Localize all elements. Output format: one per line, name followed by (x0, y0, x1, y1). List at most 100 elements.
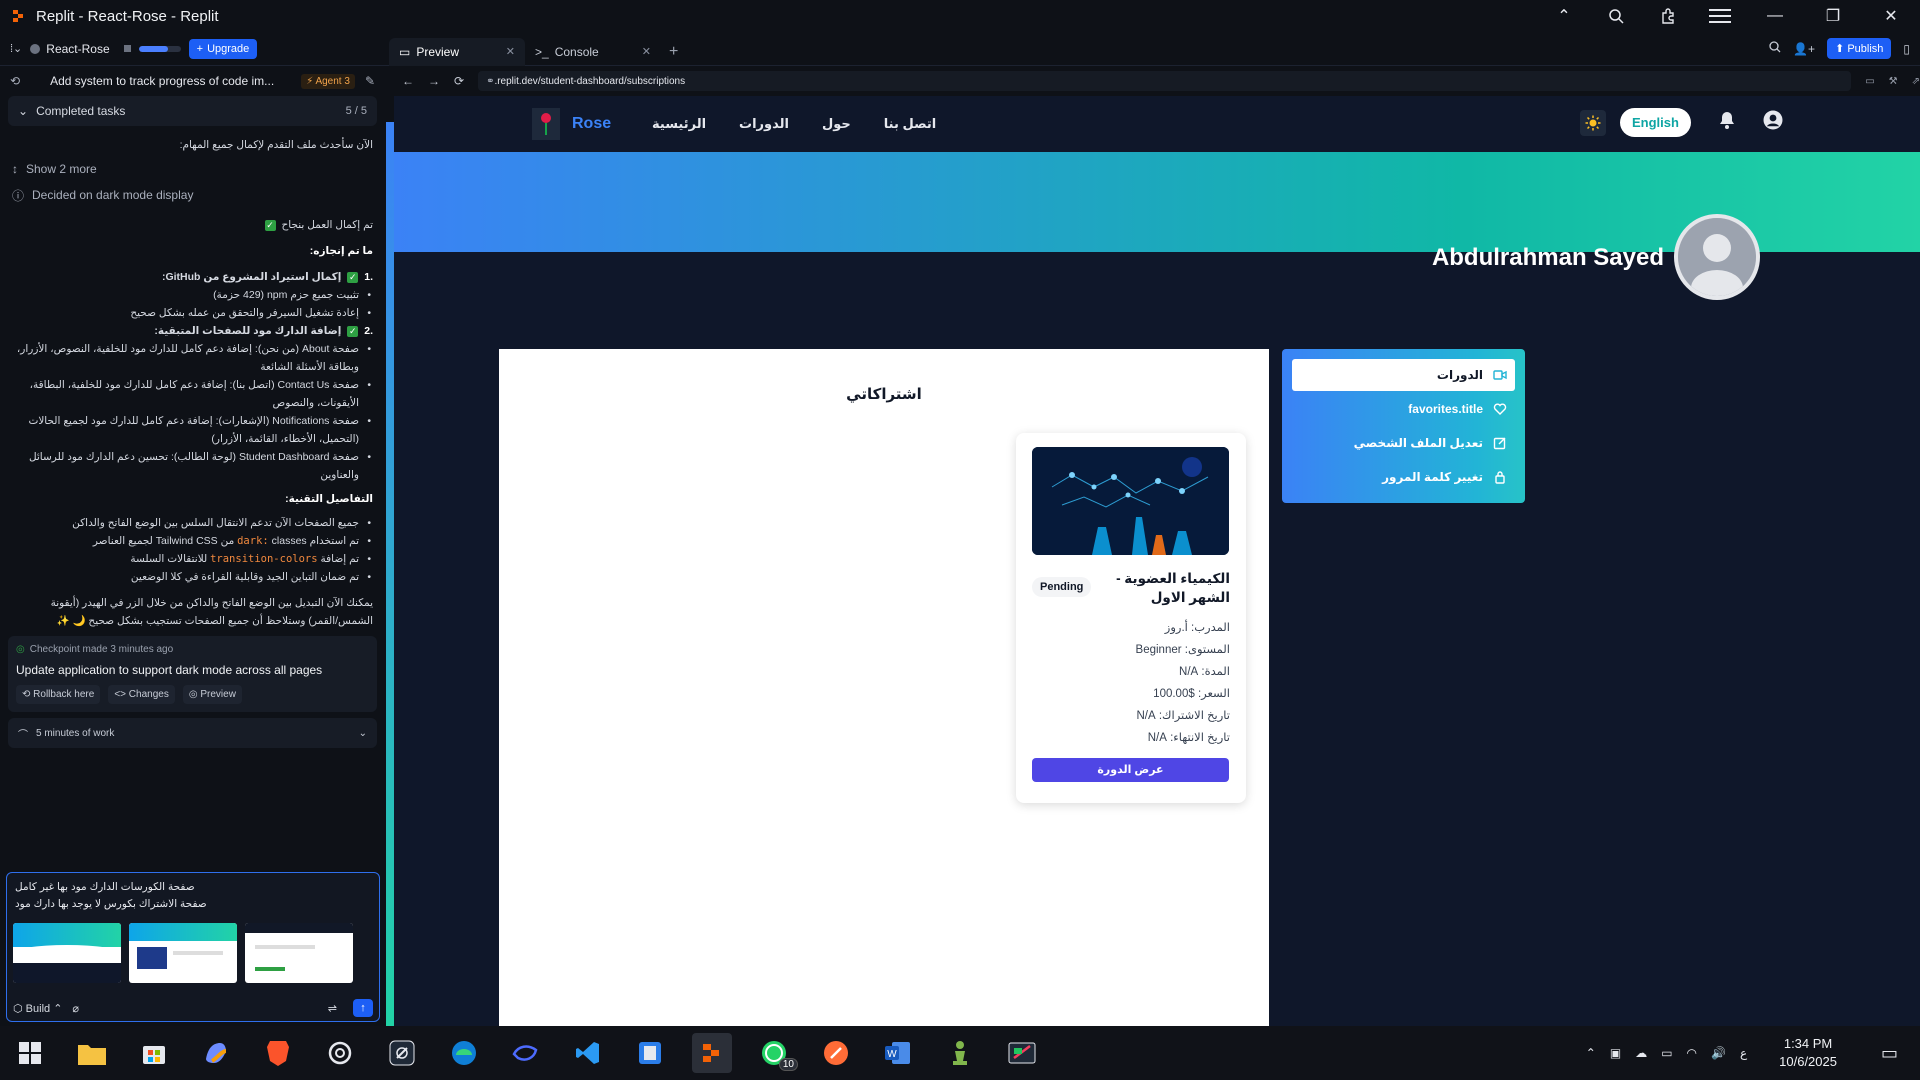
completed-tasks-toggle[interactable]: ⌄ Completed tasks 5 / 5 (8, 96, 377, 126)
tech-bullet: تم استخدام dark: classes من Tailwind CSS… (0, 532, 385, 550)
close-tab-icon[interactable]: ✕ (506, 45, 515, 58)
battery-icon[interactable]: ▭ (1661, 1046, 1672, 1060)
forward-icon[interactable]: → (428, 74, 440, 88)
bell-icon[interactable] (1719, 111, 1735, 134)
back-icon[interactable]: ← (402, 74, 414, 88)
notifications-icon[interactable]: ▭ (1881, 1043, 1898, 1064)
replit-menu-icon[interactable]: ⁞⌄ (10, 42, 22, 55)
attach-icon[interactable]: ⌀ (72, 1002, 79, 1015)
extensions-icon[interactable] (1642, 0, 1694, 32)
chess-icon[interactable] (940, 1033, 980, 1073)
attachment-thumbnail[interactable] (245, 923, 353, 983)
view-course-button[interactable]: عرض الدورة (1032, 758, 1229, 782)
close-button[interactable]: ✕ (1862, 0, 1920, 32)
word-icon[interactable]: W (878, 1033, 918, 1073)
close-tab-icon[interactable]: ✕ (642, 45, 651, 58)
agent-input-text[interactable]: صفحة الكورسات الدارك مود بها غير كامل صف… (7, 873, 379, 919)
deepseek-icon[interactable] (506, 1033, 546, 1073)
agent-input-box[interactable]: صفحة الكورسات الدارك مود بها غير كامل صف… (6, 872, 380, 1022)
layout-icon[interactable]: ▯ (1903, 42, 1910, 56)
windows-logo-icon (19, 1042, 41, 1064)
start-button[interactable] (10, 1033, 50, 1073)
stop-icon[interactable] (123, 45, 131, 52)
tech-text: classes من Tailwind CSS لجميع العناصر (92, 535, 307, 547)
language-button[interactable]: English (1620, 108, 1691, 137)
send-button[interactable]: ↑ (353, 999, 373, 1017)
tab-preview[interactable]: ▭ Preview ✕ (389, 37, 525, 66)
workspace-tabs: ▭ Preview ✕ >_ Console ✕ + (389, 32, 686, 66)
app-icon[interactable] (382, 1033, 422, 1073)
storage-progress-fill (138, 45, 169, 52)
devtools-icon[interactable]: ⚒ (1889, 76, 1898, 87)
history-icon[interactable]: ⟲ (10, 74, 20, 88)
attachment-thumbnail[interactable] (13, 923, 121, 983)
edge-browser-icon[interactable] (444, 1033, 484, 1073)
side-menu-change-password[interactable]: تغيير كلمة المرور (1292, 461, 1515, 493)
side-menu-favorites[interactable]: favorites.title (1292, 393, 1515, 425)
rollback-button[interactable]: ⟲ Rollback here (16, 685, 101, 704)
course-status-badge: Pending (1032, 577, 1092, 597)
site-brand[interactable]: Rose (532, 108, 611, 140)
wifi-icon[interactable]: ◠ (1687, 1046, 1697, 1060)
preview-button[interactable]: ◎ Preview (182, 685, 242, 704)
upgrade-button[interactable]: + Upgrade (188, 38, 258, 59)
minimize-button[interactable]: — (1746, 0, 1804, 32)
settings-sliders-icon[interactable]: ⇌ (328, 1002, 337, 1015)
restore-button[interactable]: ❐ (1804, 0, 1862, 32)
reload-icon[interactable]: ⟳ (454, 74, 464, 88)
nav-contact[interactable]: اتصل بنا (884, 116, 936, 132)
side-menu-courses[interactable]: الدورات (1292, 359, 1515, 391)
microsoft-store-icon[interactable] (134, 1033, 174, 1073)
open-new-window-icon[interactable]: ⇗ (1912, 76, 1920, 87)
devices-icon[interactable]: ▭ (1865, 76, 1874, 87)
publish-button[interactable]: ⬆ Publish (1827, 38, 1892, 59)
work-time-toggle[interactable]: ⌒ 5 minutes of work ⌄ (8, 718, 377, 748)
new-tab-button[interactable]: + (661, 38, 686, 66)
onedrive-icon[interactable]: ☁ (1635, 1046, 1647, 1060)
app-icon[interactable] (630, 1033, 670, 1073)
attachment-thumbnails (7, 919, 379, 987)
whatsapp-icon[interactable]: 10 (754, 1033, 798, 1073)
nav-courses[interactable]: الدورات (739, 116, 789, 132)
nav-home[interactable]: الرئيسية (652, 116, 706, 132)
meet-now-icon[interactable]: ▣ (1610, 1046, 1621, 1060)
snipping-tool-icon[interactable] (1002, 1033, 1042, 1073)
project-name: React-Rose (46, 41, 110, 56)
nav-about[interactable]: حول (822, 116, 851, 132)
user-account-icon[interactable] (1763, 110, 1783, 135)
side-menu-edit-profile[interactable]: تعديل الملف الشخصي (1292, 427, 1515, 459)
copilot-icon[interactable] (196, 1033, 236, 1073)
preview-icon: ▭ (399, 44, 411, 59)
achieved-header: ما تم إنجازه: (309, 245, 373, 257)
project-switcher[interactable]: React-Rose (30, 41, 110, 56)
changes-button[interactable]: <> Changes (108, 685, 175, 704)
url-path: /student-dashboard/subscriptions (537, 75, 686, 87)
chatgpt-icon[interactable] (320, 1033, 360, 1073)
storage-progress-bar (138, 45, 181, 52)
course-image[interactable] (1032, 447, 1229, 555)
show-more-button[interactable]: ↕ Show 2 more (0, 154, 385, 184)
profile-avatar[interactable] (1674, 214, 1760, 300)
attachment-thumbnail[interactable] (129, 923, 237, 983)
search-icon[interactable] (1769, 40, 1781, 58)
invite-user-icon[interactable]: 👤+ (1793, 42, 1815, 56)
system-clock[interactable]: 1:34 PM 10/6/2025 (1779, 1035, 1837, 1071)
theme-toggle-button[interactable] (1580, 109, 1606, 136)
chevron-up-icon[interactable]: ⌃ (1538, 0, 1590, 32)
checkpoint-card: ◎ Checkpoint made 3 minutes ago Update ap… (8, 636, 377, 712)
replit-taskbar-icon[interactable] (692, 1033, 732, 1073)
brave-browser-icon[interactable] (258, 1033, 298, 1073)
language-indicator[interactable]: ع (1740, 1046, 1747, 1060)
zoom-icon[interactable] (1590, 0, 1642, 32)
preview-url-field[interactable]: ⚭ .replit.dev/student-dashboard/subscrip… (478, 71, 1852, 91)
file-explorer-icon[interactable] (72, 1033, 112, 1073)
vscode-icon[interactable] (568, 1033, 608, 1073)
volume-icon[interactable]: 🔊 (1711, 1046, 1726, 1060)
chevron-up-icon[interactable]: ⌃ (1586, 1046, 1596, 1060)
new-chat-icon[interactable]: ✎ (365, 74, 375, 88)
postman-icon[interactable] (816, 1033, 856, 1073)
build-mode-selector[interactable]: ⬡ Build ⌃ (13, 1002, 62, 1015)
menu-icon[interactable] (1694, 0, 1746, 32)
tab-console[interactable]: >_ Console ✕ (525, 38, 661, 66)
panel-divider[interactable] (386, 122, 394, 1028)
